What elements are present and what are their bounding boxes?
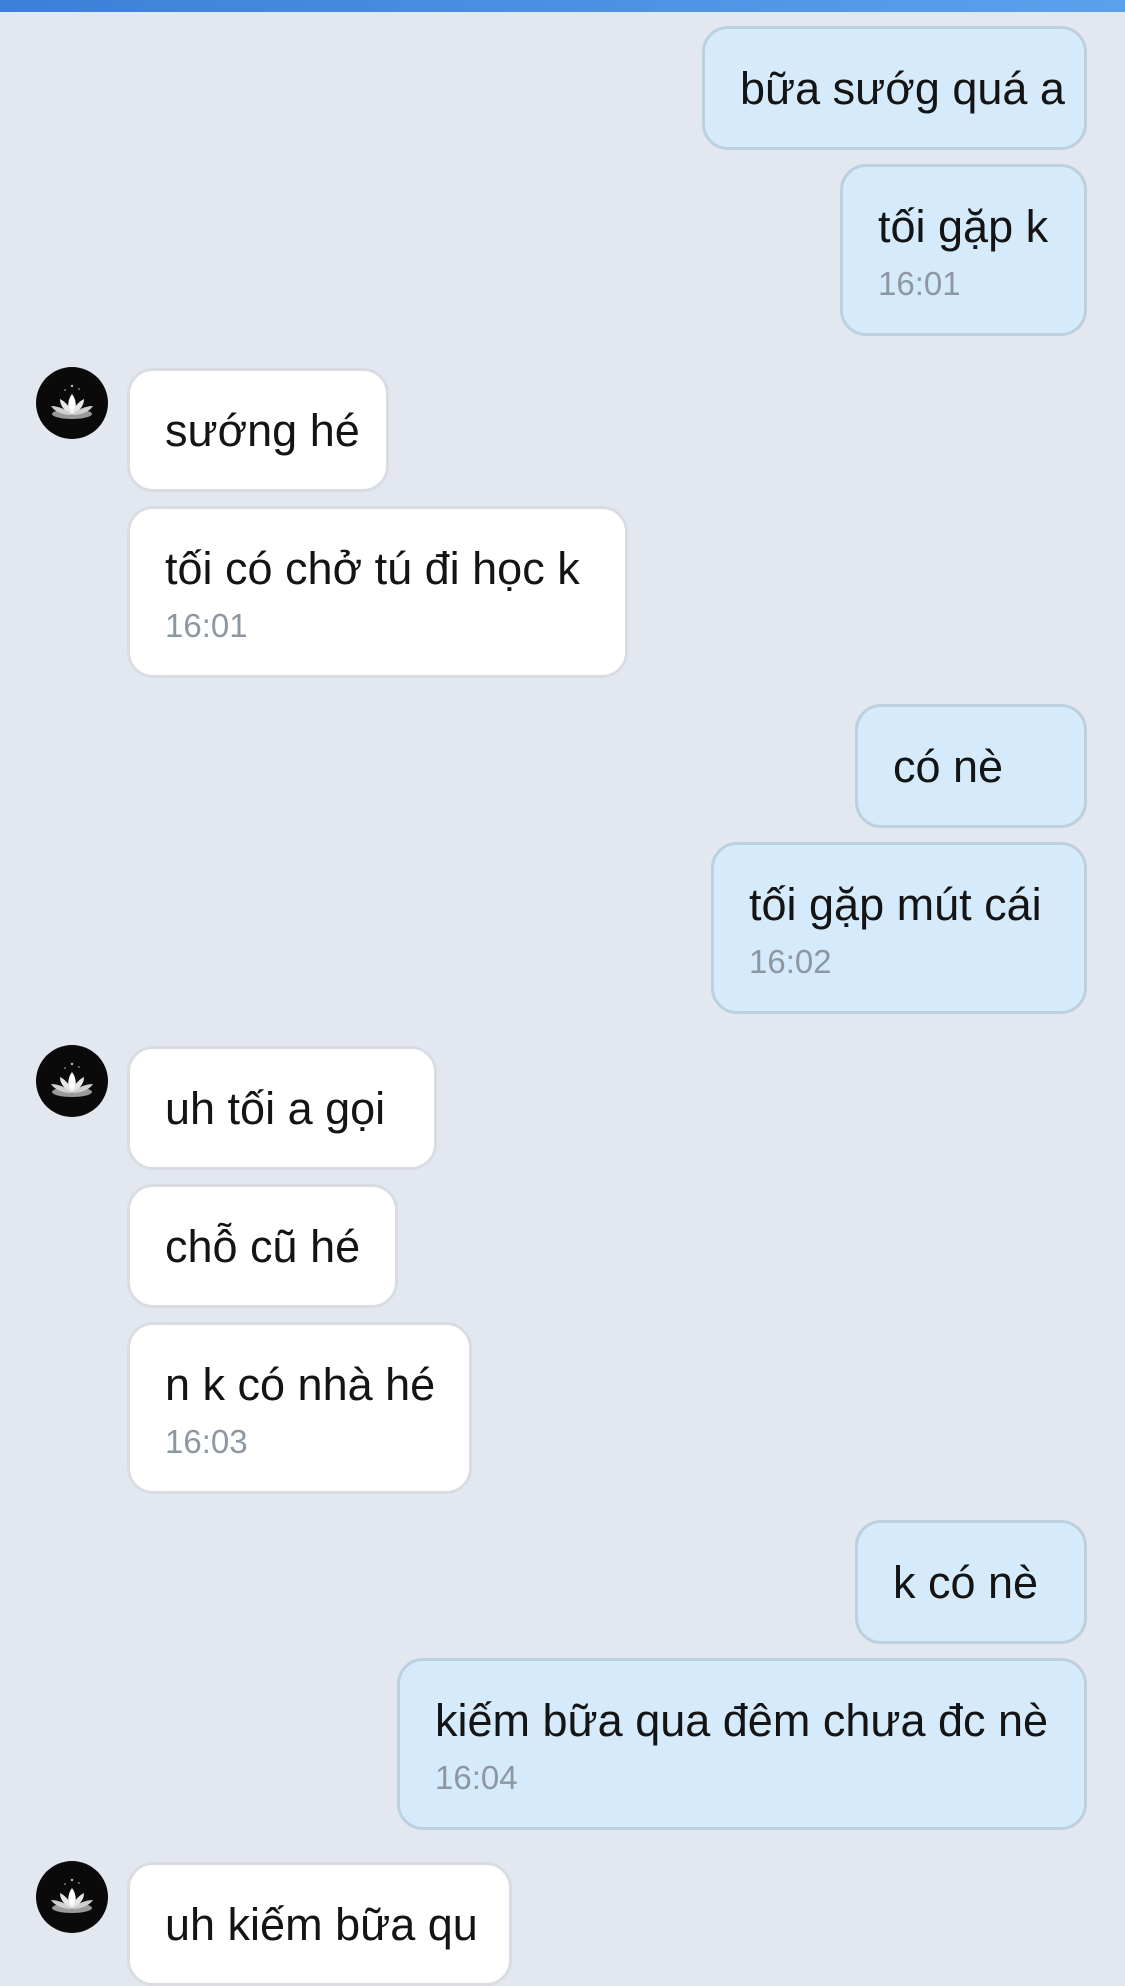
message-text: sướng hé	[165, 405, 360, 456]
message-text: uh tối a gọi	[165, 1083, 386, 1134]
message-timestamp: 16:03	[165, 1423, 248, 1460]
message-timestamp: 16:02	[749, 943, 832, 980]
outgoing-message-bubble[interactable]: tối gặp mút cái 16:02	[711, 842, 1087, 1014]
message-text: k có nè	[893, 1557, 1039, 1608]
white-lotus-icon	[51, 1878, 93, 1913]
incoming-message-bubble[interactable]: n k có nhà hé 16:03	[127, 1322, 472, 1494]
white-lotus-icon	[51, 1062, 93, 1097]
message-text: tối gặp k	[878, 201, 1049, 252]
contact-avatar[interactable]	[36, 1861, 108, 1933]
contact-avatar[interactable]	[36, 367, 108, 439]
outgoing-message-bubble[interactable]: có nè	[855, 704, 1087, 828]
incoming-message-bubble[interactable]: chỗ cũ hé	[127, 1184, 398, 1308]
message-text: tối có chở tú đi học k	[165, 543, 580, 594]
message-text: kiếm bữa qua đêm chưa đc nè	[435, 1695, 1049, 1746]
message-timestamp: 16:04	[435, 1759, 518, 1796]
message-text: tối gặp mút cái	[749, 879, 1042, 930]
outgoing-message-bubble[interactable]: tối gặp k 16:01	[840, 164, 1087, 336]
message-timestamp: 16:01	[878, 265, 961, 302]
message-text: n k có nhà hé	[165, 1359, 436, 1410]
message-text: uh kiếm bữa qu	[165, 1899, 478, 1950]
incoming-message-bubble[interactable]: sướng hé	[127, 368, 389, 492]
outgoing-message-bubble[interactable]: k có nè	[855, 1520, 1087, 1644]
outgoing-message-bubble[interactable]: kiếm bữa qua đêm chưa đc nè 16:04	[397, 1658, 1087, 1830]
message-timestamp: 16:01	[165, 607, 248, 644]
chat-message-list[interactable]: bữa sướg quá a tối gặp k 16:01 sướng hé …	[0, 0, 1125, 1986]
message-text: chỗ cũ hé	[165, 1221, 361, 1272]
incoming-message-bubble[interactable]: tối có chở tú đi học k 16:01	[127, 506, 628, 678]
message-text: có nè	[893, 741, 1004, 792]
incoming-message-bubble[interactable]: uh kiếm bữa qu	[127, 1862, 512, 1986]
incoming-message-bubble[interactable]: uh tối a gọi	[127, 1046, 437, 1170]
outgoing-message-bubble[interactable]: bữa sướg quá a	[702, 26, 1087, 150]
white-lotus-icon	[51, 384, 93, 419]
contact-avatar[interactable]	[36, 1045, 108, 1117]
message-text: bữa sướg quá a	[740, 63, 1065, 114]
